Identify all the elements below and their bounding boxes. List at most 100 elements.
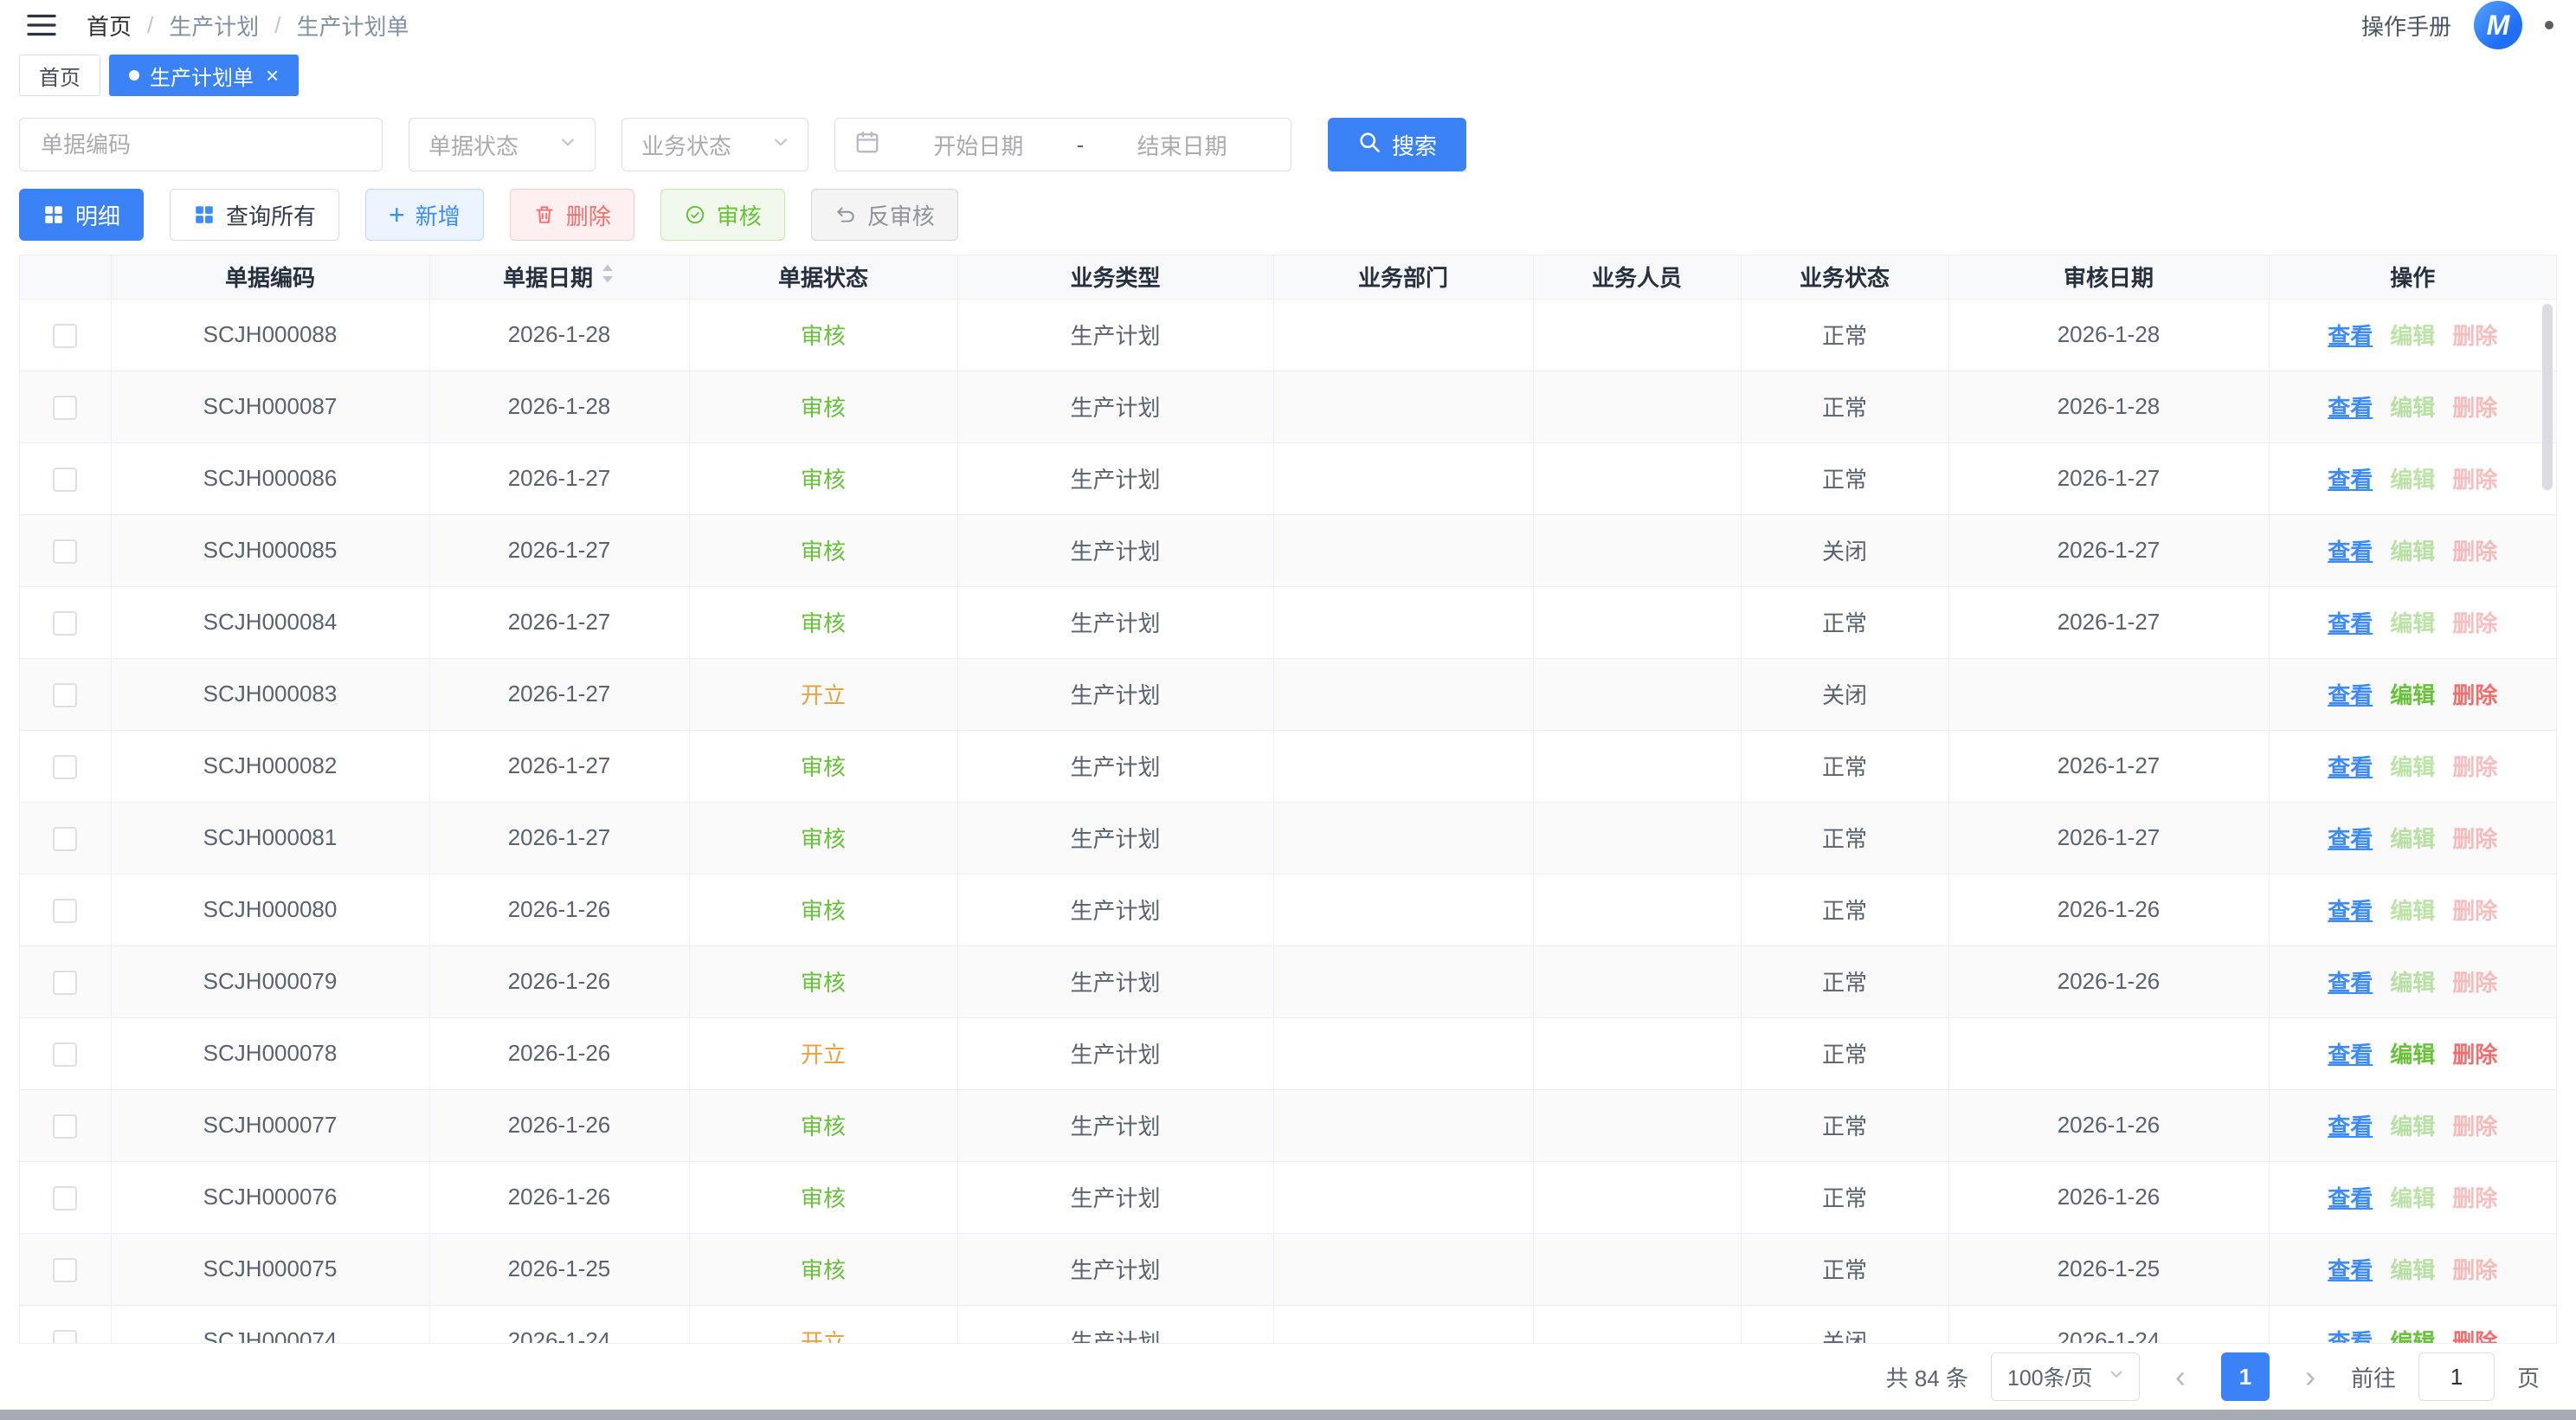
scrollbar[interactable] — [2542, 304, 2553, 490]
edit-link[interactable]: 编辑 — [2390, 970, 2435, 996]
view-link[interactable]: 查看 — [2328, 467, 2373, 493]
delete-link[interactable]: 删除 — [2452, 754, 2497, 780]
next-page-button[interactable]: › — [2292, 1361, 2328, 1392]
row-checkbox[interactable] — [53, 1114, 77, 1139]
row-checkbox[interactable] — [53, 611, 77, 636]
page-number-button[interactable]: 1 — [2221, 1352, 2270, 1401]
cell-biz-type: 生产计划 — [957, 730, 1273, 802]
delete-button[interactable]: 删除 — [510, 189, 634, 241]
delete-link[interactable]: 删除 — [2452, 898, 2497, 924]
breadcrumb-home[interactable]: 首页 — [87, 10, 132, 42]
page-size-select[interactable]: 100条/页 — [1991, 1352, 2140, 1401]
edit-link[interactable]: 编辑 — [2390, 898, 2435, 924]
audit-button[interactable]: 审核 — [660, 189, 785, 241]
row-checkbox[interactable] — [53, 683, 77, 707]
close-icon[interactable]: × — [266, 64, 279, 87]
view-link[interactable]: 查看 — [2328, 754, 2373, 780]
window-bottom-edge — [0, 1410, 2576, 1420]
tab-home[interactable]: 首页 — [19, 55, 100, 96]
row-checkbox[interactable] — [53, 899, 77, 923]
goto-page-input[interactable] — [2418, 1352, 2495, 1401]
row-checkbox[interactable] — [53, 971, 77, 995]
start-date-placeholder[interactable]: 开始日期 — [889, 129, 1068, 161]
prev-page-button[interactable]: ‹ — [2162, 1361, 2199, 1392]
row-checkbox-cell — [20, 514, 111, 586]
edit-link[interactable]: 编辑 — [2390, 323, 2435, 349]
row-checkbox[interactable] — [53, 396, 77, 420]
delete-link[interactable]: 删除 — [2452, 1042, 2497, 1068]
breadcrumb-production-plan[interactable]: 生产计划 — [169, 10, 259, 42]
add-button[interactable]: + 新增 — [365, 189, 484, 241]
view-link[interactable]: 查看 — [2328, 682, 2373, 708]
view-link[interactable]: 查看 — [2328, 1257, 2373, 1283]
delete-link[interactable]: 删除 — [2452, 970, 2497, 996]
edit-link[interactable]: 编辑 — [2390, 682, 2435, 708]
delete-link[interactable]: 删除 — [2452, 682, 2497, 708]
view-link[interactable]: 查看 — [2328, 1329, 2373, 1344]
sort-caret-icon[interactable] — [600, 263, 615, 290]
view-link[interactable]: 查看 — [2328, 539, 2373, 565]
edit-link[interactable]: 编辑 — [2390, 539, 2435, 565]
view-link[interactable]: 查看 — [2328, 323, 2373, 349]
row-checkbox[interactable] — [53, 1330, 77, 1344]
unaudit-button[interactable]: 反审核 — [811, 189, 958, 241]
delete-link[interactable]: 删除 — [2452, 1185, 2497, 1211]
edit-link[interactable]: 编辑 — [2390, 826, 2435, 852]
view-link[interactable]: 查看 — [2328, 1185, 2373, 1211]
edit-link[interactable]: 编辑 — [2390, 1257, 2435, 1283]
edit-link[interactable]: 编辑 — [2390, 1042, 2435, 1068]
delete-link[interactable]: 删除 — [2452, 826, 2497, 852]
end-date-placeholder[interactable]: 结束日期 — [1092, 129, 1272, 161]
search-button[interactable]: 搜索 — [1328, 118, 1466, 171]
cell-biz-dept — [1273, 658, 1533, 730]
row-checkbox[interactable] — [53, 324, 77, 348]
cell-biz-status: 正常 — [1741, 1161, 1948, 1233]
edit-link[interactable]: 编辑 — [2390, 1329, 2435, 1344]
detail-button[interactable]: 明细 — [19, 189, 144, 241]
delete-link[interactable]: 删除 — [2452, 467, 2497, 493]
edit-link[interactable]: 编辑 — [2390, 754, 2435, 780]
view-link[interactable]: 查看 — [2328, 1042, 2373, 1068]
doc-status-select[interactable]: 单据状态 — [409, 118, 596, 171]
collapse-menu-icon[interactable] — [23, 6, 61, 44]
date-range-picker[interactable]: 开始日期 - 结束日期 — [834, 118, 1291, 171]
view-link[interactable]: 查看 — [2328, 610, 2373, 636]
cell-biz-person — [1533, 1305, 1741, 1344]
row-checkbox[interactable] — [53, 1186, 77, 1210]
cell-audit-date: 2026-1-28 — [1948, 371, 2269, 442]
delete-link[interactable]: 删除 — [2452, 323, 2497, 349]
view-link[interactable]: 查看 — [2328, 898, 2373, 924]
row-checkbox[interactable] — [53, 468, 77, 492]
header-doc-date[interactable]: 单据日期 — [429, 255, 689, 299]
cell-biz-dept — [1273, 1161, 1533, 1233]
row-checkbox[interactable] — [53, 1042, 77, 1067]
manual-link[interactable]: 操作手册 — [2361, 10, 2451, 42]
delete-link[interactable]: 删除 — [2452, 1329, 2497, 1344]
tab-production-plan[interactable]: 生产计划单 × — [109, 55, 299, 96]
row-checkbox[interactable] — [53, 827, 77, 851]
doc-code-input[interactable] — [19, 118, 383, 171]
delete-link[interactable]: 删除 — [2452, 395, 2497, 421]
edit-link[interactable]: 编辑 — [2390, 1185, 2435, 1211]
edit-link[interactable]: 编辑 — [2390, 395, 2435, 421]
cell-biz-type: 生产计划 — [957, 299, 1273, 371]
delete-link[interactable]: 删除 — [2452, 539, 2497, 565]
delete-link[interactable]: 删除 — [2452, 1113, 2497, 1139]
query-all-button[interactable]: 查询所有 — [170, 189, 339, 241]
edit-link[interactable]: 编辑 — [2390, 1113, 2435, 1139]
biz-status-select[interactable]: 业务状态 — [621, 118, 808, 171]
view-link[interactable]: 查看 — [2328, 395, 2373, 421]
row-checkbox[interactable] — [53, 539, 77, 564]
row-checkbox[interactable] — [53, 755, 77, 779]
row-checkbox[interactable] — [53, 1258, 77, 1282]
delete-link[interactable]: 删除 — [2452, 610, 2497, 636]
view-link[interactable]: 查看 — [2328, 1113, 2373, 1139]
edit-link[interactable]: 编辑 — [2390, 467, 2435, 493]
view-link[interactable]: 查看 — [2328, 970, 2373, 996]
header-biz-person: 业务人员 — [1533, 255, 1741, 299]
table-row: SCJH0000752026-1-25审核生产计划正常2026-1-25查看编辑… — [20, 1233, 2556, 1305]
view-link[interactable]: 查看 — [2328, 826, 2373, 852]
avatar[interactable]: M — [2474, 1, 2522, 49]
edit-link[interactable]: 编辑 — [2390, 610, 2435, 636]
delete-link[interactable]: 删除 — [2452, 1257, 2497, 1283]
